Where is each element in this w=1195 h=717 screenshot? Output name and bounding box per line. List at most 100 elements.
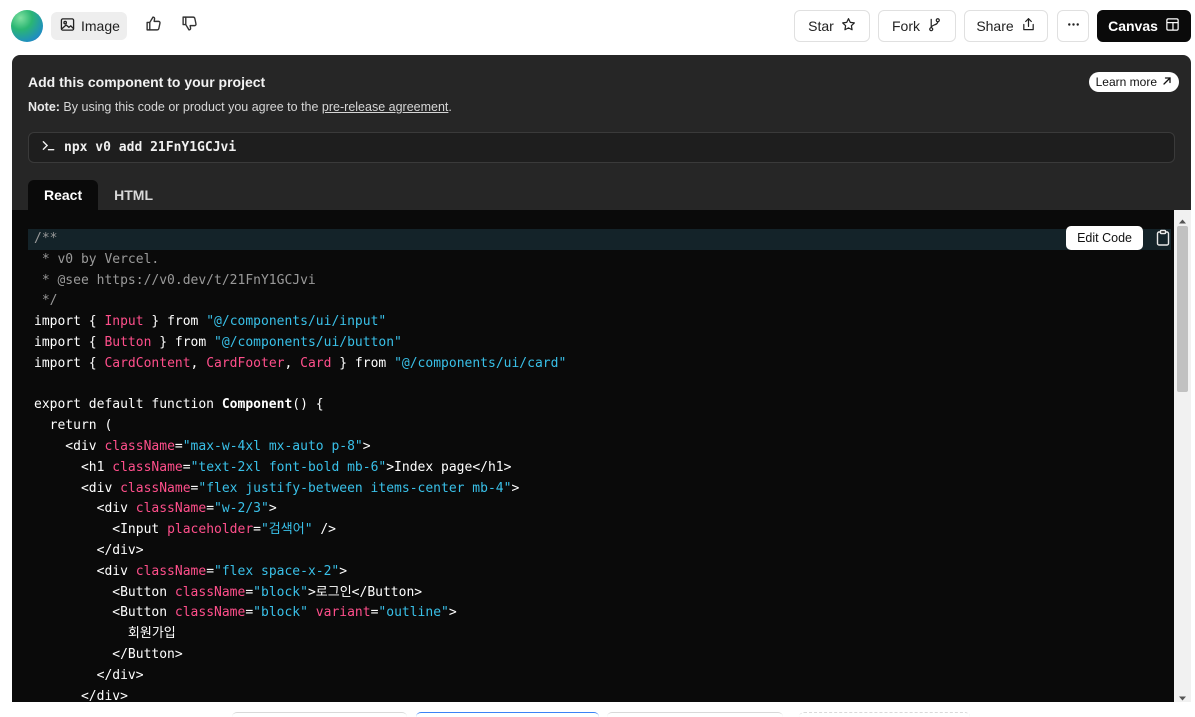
code-line: * @see https://v0.dev/t/21FnY1GCJvi — [28, 271, 1171, 292]
code-line: <h1 className="text-2xl font-bold mb-6">… — [28, 458, 1171, 479]
code-line: * v0 by Vercel. — [28, 250, 1171, 271]
code-token: "w-2/3" — [214, 501, 269, 517]
code-token: "flex justify-between items-center mb-4" — [198, 480, 512, 496]
code-token: } from — [331, 355, 395, 371]
code-viewer[interactable]: /** * v0 by Vercel. * @see https://v0.de… — [12, 210, 1191, 702]
share-icon — [1021, 17, 1036, 35]
bottom-tab-hint — [416, 712, 599, 717]
code-token: className — [135, 563, 207, 579]
code-line: import { CardContent, CardFooter, Card }… — [28, 354, 1171, 375]
terminal-prompt-icon — [41, 138, 56, 157]
code-token: Input — [104, 314, 144, 330]
code-token: CardContent — [104, 355, 191, 371]
code-token: placeholder — [167, 522, 254, 538]
scrollbar-thumb[interactable] — [1177, 226, 1188, 392]
code-token: "max-w-4xl mx-auto p-8" — [182, 438, 363, 454]
code-token: = — [245, 605, 254, 621]
code-token: } from — [143, 314, 207, 330]
code-token: 회원가입 — [34, 626, 176, 642]
code-token: </Button> — [34, 646, 183, 662]
code-line: import { Input } from "@/components/ui/i… — [28, 312, 1171, 333]
code-token: >Index page</h1> — [386, 459, 512, 475]
thumbs-up-icon — [145, 15, 162, 37]
code-token: <div — [34, 563, 136, 579]
code-line: <Button className="block" variant="outli… — [28, 603, 1171, 624]
code-token: = — [206, 501, 215, 517]
code-token: Card — [300, 355, 332, 371]
clipboard-icon — [1155, 229, 1171, 251]
code-line: /** — [28, 229, 1171, 250]
image-chip[interactable]: Image — [51, 12, 127, 40]
avatar[interactable] — [11, 10, 43, 42]
code-token: <Input — [34, 522, 168, 538]
code-token: className — [135, 501, 207, 517]
code-line: return ( — [28, 416, 1171, 437]
thumbs-down-button[interactable] — [177, 14, 201, 38]
pre-release-agreement-link[interactable]: pre-release agreement — [322, 100, 448, 114]
code-token: CardFooter — [206, 355, 285, 371]
bottom-tab-hint — [232, 712, 407, 717]
code-line: */ — [28, 291, 1171, 312]
code-tabs: React HTML — [28, 180, 169, 210]
code-token: variant — [315, 605, 371, 621]
image-chip-label: Image — [81, 18, 120, 34]
code-token: } from — [151, 334, 215, 350]
bottom-tab-hint — [799, 712, 970, 717]
code-token: () { — [292, 397, 324, 413]
image-icon — [60, 17, 75, 35]
tab-html[interactable]: HTML — [98, 180, 169, 210]
code-token: * v0 by Vercel. — [34, 251, 160, 267]
code-line: <Button className="block">로그인</Button> — [28, 583, 1171, 604]
code-token: import { — [34, 314, 105, 330]
share-button-label: Share — [976, 18, 1014, 34]
code-token: <h1 — [34, 459, 113, 475]
star-button-label: Star — [808, 18, 834, 34]
code-line: </div> — [28, 687, 1171, 702]
code-token: <div — [34, 480, 121, 496]
arrow-up-right-icon — [1162, 75, 1172, 89]
thumbs-up-button[interactable] — [141, 14, 165, 38]
note-suffix: . — [448, 100, 452, 114]
share-button[interactable]: Share — [964, 10, 1048, 42]
code-line: <div className="max-w-4xl mx-auto p-8"> — [28, 437, 1171, 458]
star-button[interactable]: Star — [794, 10, 870, 42]
code-token: </div> — [34, 688, 128, 702]
code-token: , — [190, 355, 207, 371]
scroll-up-arrow-icon[interactable] — [1178, 213, 1187, 224]
learn-more-link[interactable]: Learn more — [1088, 72, 1179, 92]
code-token: /> — [312, 522, 337, 538]
copy-code-button[interactable] — [1155, 229, 1171, 247]
note-text: By using this code or product you agree … — [59, 100, 322, 114]
code-content: /** * v0 by Vercel. * @see https://v0.de… — [28, 229, 1171, 702]
canvas-button[interactable]: Canvas — [1097, 10, 1191, 42]
install-command-box[interactable]: npx v0 add 21FnY1GCJvi — [28, 132, 1175, 163]
learn-more-label: Learn more — [1095, 75, 1157, 89]
code-token: </div> — [34, 542, 144, 558]
ellipsis-icon — [1066, 17, 1081, 35]
edit-code-button[interactable]: Edit Code — [1066, 226, 1143, 250]
more-options-button[interactable] — [1057, 10, 1089, 42]
scroll-down-arrow-icon[interactable] — [1178, 690, 1187, 701]
code-token: <Button — [34, 584, 175, 600]
code-token: "outline" — [378, 605, 449, 621]
install-command-text: npx v0 add 21FnY1GCJvi — [64, 140, 237, 155]
tab-react[interactable]: React — [28, 180, 99, 210]
thumbs-down-icon — [181, 15, 198, 37]
code-token: > — [268, 501, 277, 517]
code-token: </div> — [34, 667, 144, 683]
code-line: </Button> — [28, 645, 1171, 666]
code-line: <div className="w-2/3"> — [28, 499, 1171, 520]
top-toolbar: Image Star Fork Share Canvas — [0, 0, 1195, 52]
code-token: > — [448, 605, 457, 621]
code-token: "@/components/ui/input" — [206, 314, 387, 330]
git-branch-icon — [927, 17, 942, 35]
code-line: <div className="flex space-x-2"> — [28, 562, 1171, 583]
code-token: return ( — [34, 418, 113, 434]
code-scrollbar[interactable] — [1174, 210, 1191, 702]
code-token: <div — [34, 501, 136, 517]
fork-button[interactable]: Fork — [878, 10, 956, 42]
code-token: export default function — [34, 397, 222, 413]
code-token: "text-2xl font-bold mb-6" — [190, 459, 387, 475]
